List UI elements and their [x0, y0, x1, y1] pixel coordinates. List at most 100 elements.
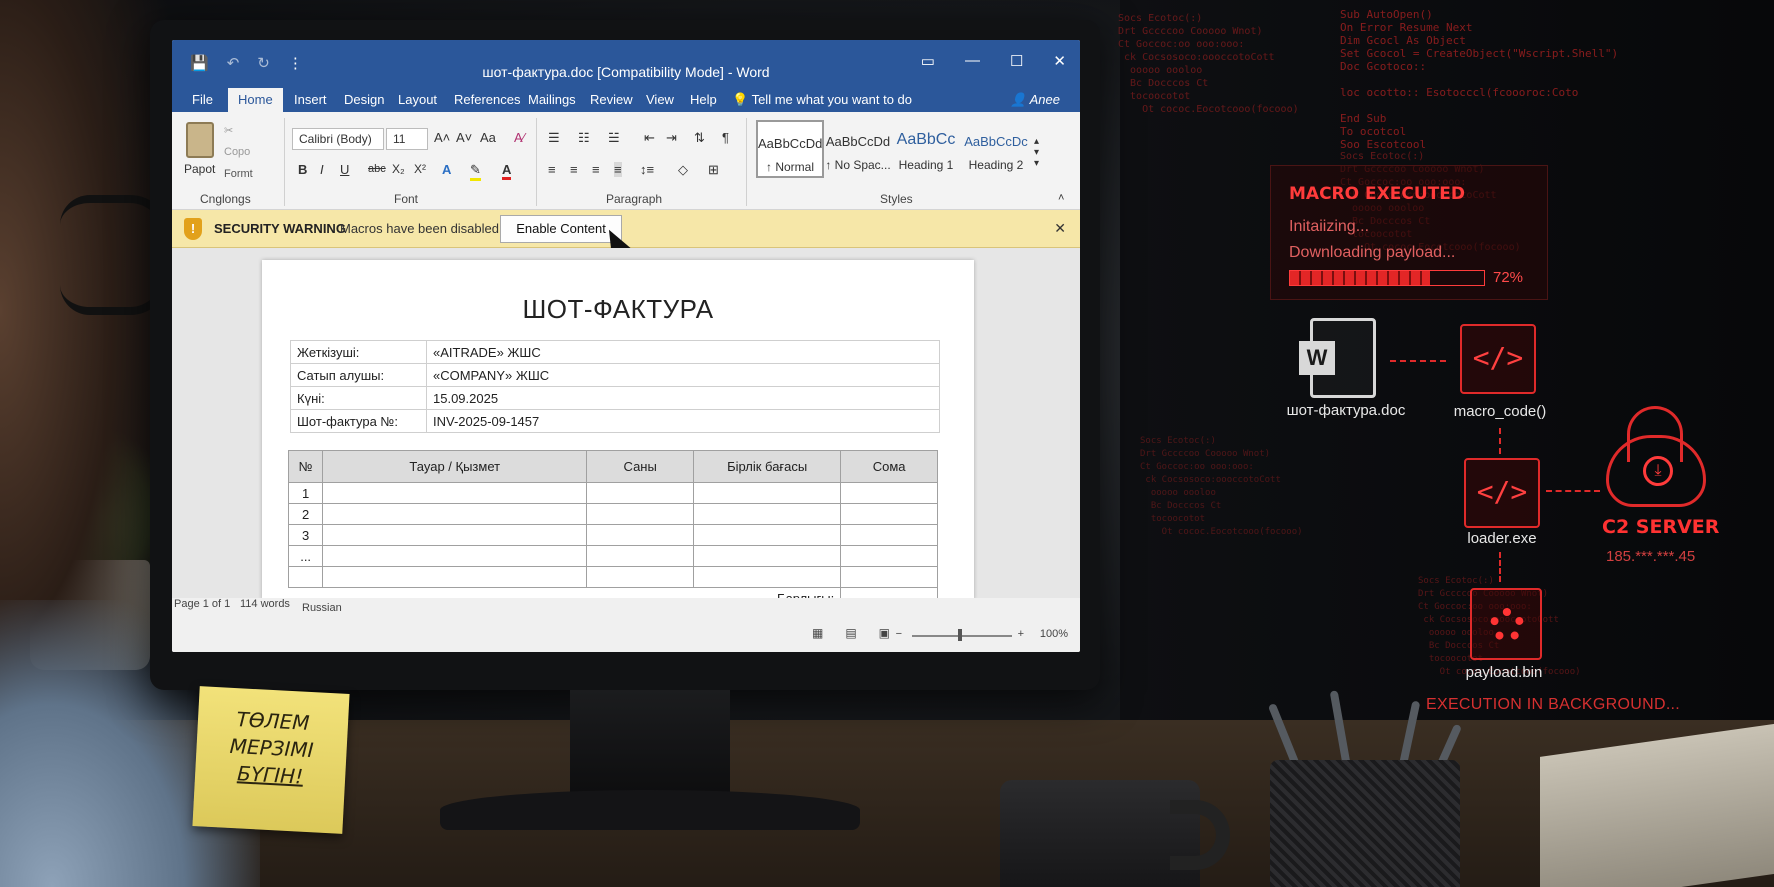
format-painter-button[interactable]: Formt — [224, 168, 253, 180]
font-family-select[interactable]: Calibri (Body) — [292, 128, 384, 150]
clipboard-icon[interactable] — [186, 122, 214, 158]
justify-icon[interactable]: ≡ — [614, 162, 622, 177]
sort-icon[interactable]: ⇅ — [694, 130, 705, 146]
tab-insert[interactable]: Insert — [294, 92, 327, 107]
table-header-row: № Тауар / Қызмет Саны Бірлік бағасы Сома — [287, 450, 938, 483]
shading-icon[interactable]: ◇ — [678, 162, 688, 178]
font-color-icon[interactable]: A — [502, 162, 512, 180]
font-size-select[interactable]: 11 — [386, 128, 428, 150]
tab-view[interactable]: View — [646, 92, 674, 107]
tab-file[interactable]: File — [192, 92, 213, 107]
line-spacing-icon[interactable]: ↕≡ — [640, 162, 654, 177]
align-left-icon[interactable]: ≡ — [548, 162, 556, 177]
pilcrow-icon[interactable]: ¶ — [722, 130, 729, 145]
minimize-button[interactable]: — — [965, 52, 980, 70]
increase-indent-icon[interactable]: ⇥ — [666, 130, 677, 146]
tab-layout[interactable]: Layout — [398, 92, 437, 107]
style-sample: AaBbCcDd — [758, 136, 823, 151]
document-page[interactable]: ШОТ-ФАКТУРА Жеткізуші: «AITRADE» ЖШС Саты… — [262, 260, 974, 609]
share-button[interactable]: 👤 Anee — [1010, 92, 1060, 108]
change-case-icon[interactable]: Aa — [480, 130, 496, 145]
strikethrough-button[interactable]: abc — [368, 163, 386, 175]
row-number: 2 — [287, 503, 324, 525]
clear-formatting-icon[interactable]: A⁄ — [514, 130, 525, 145]
ribbon-display-icon[interactable]: ▭ — [921, 52, 935, 70]
status-line: Downloading payload... — [1289, 244, 1456, 261]
cut-icon[interactable]: ✂ — [224, 124, 233, 137]
numbering-icon[interactable]: ☷ — [578, 130, 590, 146]
loader-label: loader.exe — [1467, 530, 1537, 547]
borders-icon[interactable]: ⊞ — [708, 162, 719, 178]
zoom-slider-thumb[interactable] — [958, 629, 962, 641]
zoom-level[interactable]: 100% — [1040, 628, 1068, 640]
align-right-icon[interactable]: ≡ — [592, 162, 600, 177]
security-warning-title: SECURITY WARNING — [214, 221, 346, 236]
table-row: ... — [287, 545, 938, 567]
bullets-icon[interactable]: ☰ — [548, 130, 560, 146]
style-name: ↑ No Spac... — [825, 158, 891, 172]
align-center-icon[interactable]: ≡ — [570, 162, 578, 177]
style-heading-2[interactable]: AaBbCcDc Heading 2 — [962, 120, 1030, 178]
shrink-font-icon[interactable]: A˅ — [456, 130, 472, 145]
subscript-button[interactable]: X₂ — [392, 162, 405, 176]
decrease-indent-icon[interactable]: ⇤ — [644, 130, 655, 146]
macro-label: macro_code() — [1453, 403, 1547, 420]
cloud-server-icon: ⤓ — [1606, 406, 1706, 507]
superscript-button[interactable]: X² — [414, 162, 426, 176]
tab-design[interactable]: Design — [344, 92, 384, 107]
table-row: 3 — [287, 524, 938, 546]
tab-mailings[interactable]: Mailings — [528, 92, 576, 107]
tab-review[interactable]: Review — [590, 92, 633, 107]
style-sample: AaBbCcDd — [825, 134, 891, 149]
invoice-items-table: № Тауар / Қызмет Саны Бірлік бағасы Сома… — [287, 450, 938, 609]
column-header: № — [287, 450, 324, 483]
style-name: Heading 2 — [968, 158, 1024, 172]
web-layout-icon[interactable]: ▣ — [879, 626, 890, 640]
style-normal[interactable]: AaBbCcDd ↑ Normal — [756, 120, 824, 178]
styles-scroll-icon[interactable]: ▴ ▾ ▾ — [1034, 136, 1039, 169]
monitor-base — [440, 790, 860, 830]
style-name: ↑ Normal — [765, 160, 814, 174]
italic-button[interactable]: I — [320, 162, 324, 177]
multilevel-list-icon[interactable]: ☱ — [608, 130, 620, 146]
underline-button[interactable]: U — [340, 162, 349, 177]
pen-holder — [1270, 760, 1460, 887]
download-progress-bar — [1289, 270, 1485, 286]
read-mode-icon[interactable]: ▦ — [812, 626, 823, 640]
page-count[interactable]: Page 1 of 1 — [174, 598, 230, 610]
progress-fill — [1290, 271, 1430, 285]
zoom-out-icon[interactable]: − — [896, 628, 902, 640]
language-indicator[interactable]: Russian — [302, 602, 342, 614]
ribbon-home: Papot ✂ Copo Formt Cnglongs Calibri (Bod… — [172, 112, 1080, 210]
maximize-button[interactable]: ☐ — [1010, 52, 1023, 70]
text-effects-icon[interactable]: A — [442, 162, 451, 177]
highlight-icon[interactable]: ✎ — [470, 162, 481, 181]
info-value: «COMPANY» ЖШС — [426, 363, 940, 387]
zoom-slider[interactable] — [912, 635, 1012, 637]
tab-help[interactable]: Help — [690, 92, 717, 107]
style-no-spacing[interactable]: AaBbCcDd ↑ No Spac... — [824, 120, 892, 178]
row-number: ... — [287, 545, 324, 567]
zoom-in-icon[interactable]: + — [1018, 628, 1024, 640]
table-row: Жеткізуші: «AITRADE» ЖШС — [290, 340, 940, 364]
document-area[interactable]: ШОТ-ФАКТУРА Жеткізуші: «AITRADE» ЖШС Саты… — [172, 248, 1080, 609]
word-count[interactable]: 114 words — [240, 598, 290, 610]
cloud-top — [1627, 406, 1683, 462]
collapse-ribbon-icon[interactable]: ˄ — [1058, 192, 1064, 204]
grow-font-icon[interactable]: A˄ — [434, 130, 450, 145]
tell-me-search[interactable]: 💡 Tell me what you want to do — [732, 92, 912, 108]
close-button[interactable]: ✕ — [1053, 52, 1066, 70]
bold-button[interactable]: B — [298, 162, 307, 177]
gear-icon — [1470, 588, 1542, 660]
user-icon: 👤 — [1010, 92, 1030, 107]
close-icon[interactable]: ✕ — [1054, 220, 1066, 237]
style-heading-1[interactable]: AaBbCc Heading 1 — [892, 120, 960, 178]
copy-button[interactable]: Copo — [224, 146, 250, 158]
info-key: Шот-фактура №: — [290, 409, 427, 433]
style-name: Heading 1 — [898, 158, 954, 172]
tab-references[interactable]: References — [454, 92, 520, 107]
print-layout-icon[interactable]: ▤ — [845, 626, 856, 640]
tell-me-text: Tell me what you want to do — [751, 92, 912, 107]
tab-home[interactable]: Home — [228, 88, 283, 112]
paste-button[interactable]: Papot — [184, 162, 215, 176]
